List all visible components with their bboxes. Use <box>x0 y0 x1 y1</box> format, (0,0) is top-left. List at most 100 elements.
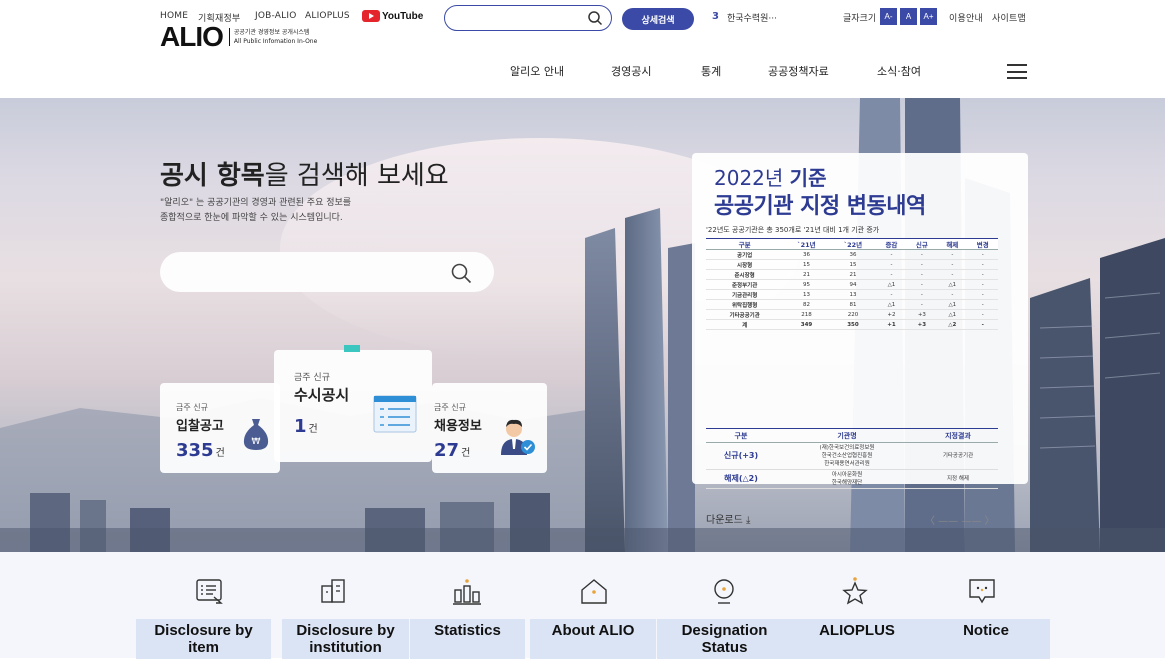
building-icon <box>321 579 345 603</box>
alioplus-link[interactable]: ALIOPLUS <box>305 11 350 21</box>
institution-name: 한국건소산업협진흥원 <box>821 453 873 459</box>
table-row: 시장형 15 15- - - - <box>706 259 998 270</box>
quick-menu-label-line2: institution <box>309 639 382 656</box>
table-header-cell: `21년 <box>783 238 830 250</box>
table-cell: - <box>937 249 968 260</box>
quick-menu-item-statistics[interactable]: Statistics <box>410 552 530 659</box>
recruitment-week-label: 금주 신규 <box>434 403 466 412</box>
home-link[interactable]: HOME <box>160 11 188 21</box>
table-cell: - <box>967 269 998 280</box>
nav-menu-news[interactable]: 소식·참여 <box>877 63 921 79</box>
table-row: 준정부기관 95 94 △1- △1- <box>706 279 998 290</box>
site-logo[interactable]: ALIO 공공기관 경영정보 공개시스템 All Public Infomati… <box>160 21 317 53</box>
table-cell: - <box>906 279 938 290</box>
home-icon <box>581 579 607 604</box>
table-cell: - <box>937 269 968 280</box>
table-cell: - <box>967 259 998 270</box>
quick-menu-label-line1: About ALIO <box>551 622 635 639</box>
youtube-link[interactable]: YouTube <box>362 9 423 23</box>
header-search-input[interactable] <box>457 7 587 30</box>
hamburger-menu-icon[interactable] <box>1007 64 1027 79</box>
font-increase-button[interactable]: A+ <box>920 8 937 25</box>
bid-notice-count-value: 335 <box>176 440 214 461</box>
job-alio-link[interactable]: JOB-ALIO <box>255 11 296 21</box>
table-header-cell: 변경 <box>967 238 998 250</box>
guide-link[interactable]: 이용안내 <box>949 11 983 24</box>
speech-bubble-icon <box>969 579 995 604</box>
nav-menu-disclosure[interactable]: 경영공시 <box>611 63 651 79</box>
table-row: 기금관리형 13 13- - - - <box>706 289 998 300</box>
hero-section: 공시 항목을 검색해 보세요 "알리오" 는 공공기관의 경영과 관련된 주요 … <box>0 98 1165 552</box>
list-icon <box>196 579 223 604</box>
hero-search-input[interactable] <box>180 252 450 292</box>
hero-description-line1: "알리오" 는 공공기관의 경영과 관련된 주요 정보를 <box>160 198 352 208</box>
rank-keyword-link[interactable]: 한국수력원··· <box>727 11 777 24</box>
bid-notice-card[interactable]: 금주 신규 입찰공고 335 건 ₩ <box>160 383 280 473</box>
table-cell: - <box>906 249 938 260</box>
quick-menu-label-line1: Disclosure by <box>154 622 253 639</box>
font-decrease-button[interactable]: A- <box>880 8 897 25</box>
font-default-button[interactable]: A <box>900 8 917 25</box>
table-cell: - <box>937 289 968 300</box>
bid-notice-title: 입찰공고 <box>176 419 224 434</box>
download-link[interactable]: 다운로드 ⤓ <box>706 511 750 526</box>
sitemap-link[interactable]: 사이트맵 <box>992 11 1026 24</box>
table-cell: - <box>906 299 938 310</box>
table-header-cell: 기관명 <box>776 428 918 443</box>
nav-menu-statistics[interactable]: 통계 <box>701 63 721 79</box>
quick-menu-label-line1: Disclosure by <box>296 622 395 639</box>
quick-menu-label: Disclosure by item <box>136 619 271 659</box>
occasional-disclosure-card[interactable]: 금주 신규 수시공시 1건 <box>274 345 432 462</box>
recruitment-card[interactable]: 금주 신규 채용정보 27 건 <box>432 383 547 473</box>
nav-menu-policy[interactable]: 공공정책자료 <box>768 63 829 79</box>
table-cell: 13 <box>783 289 830 300</box>
search-icon[interactable] <box>450 262 472 284</box>
table-cell: 계 <box>706 319 784 330</box>
hero-title: 공시 항목을 검색해 보세요 <box>160 155 449 192</box>
checklist-icon <box>373 395 417 433</box>
nav-menu-about[interactable]: 알리오 안내 <box>510 63 564 79</box>
svg-text:₩: ₩ <box>252 437 261 447</box>
hero-title-bold: 공시 항목 <box>160 161 265 191</box>
detail-search-button[interactable]: 상세검색 <box>622 8 694 30</box>
table-cell: △1 <box>937 279 968 290</box>
quick-menu-label-line2: Status <box>701 639 748 656</box>
quick-menu-item-alioplus[interactable]: ALIOPLUS <box>792 552 922 659</box>
quick-menu-label: Disclosure by institution <box>282 619 409 659</box>
statistics-icon <box>453 579 481 605</box>
quick-menu-item-disclosure-by-institution[interactable]: Disclosure by institution <box>282 552 412 659</box>
table-cell: 기금관리형 <box>706 289 784 300</box>
quick-menu-label: Notice <box>922 619 1050 659</box>
quick-menu-item-designation-status[interactable]: Designation Status <box>657 552 792 659</box>
table-cell: 350 <box>829 319 877 330</box>
institution-name: 한국재용연서관리원 <box>824 461 870 467</box>
table-cell: +3 <box>906 309 938 320</box>
table-cell: 공기업 <box>706 249 784 260</box>
table-cell: 94 <box>829 279 877 290</box>
star-icon <box>842 577 868 605</box>
quick-menu-item-about-alio[interactable]: About ALIO <box>530 552 656 659</box>
table-row: 해제(△2) 아시아문화원 한국해양재단 지정 해제 <box>706 469 998 489</box>
header-search-box <box>444 5 612 31</box>
table-header-cell: `22년 <box>829 238 877 250</box>
table-cell: 신규(+3) <box>706 442 776 470</box>
table-cell: 349 <box>783 319 830 330</box>
quick-menu-item-disclosure-by-item[interactable]: Disclosure by item <box>136 552 286 659</box>
table-cell: 220 <box>829 309 877 320</box>
table-cell: - <box>967 319 998 330</box>
quick-menu-item-notice[interactable]: Notice <box>922 552 1050 659</box>
panel-year-value: 2022년 <box>714 166 784 190</box>
quick-menu-label: About ALIO <box>530 619 656 659</box>
table-cell: 15 <box>829 259 877 270</box>
hero-description-line2: 종합적으로 한눈에 파악할 수 있는 시스템입니다. <box>160 213 343 223</box>
youtube-icon <box>362 10 380 22</box>
table-cell: - <box>967 289 998 300</box>
search-icon[interactable] <box>587 10 603 26</box>
table-cell: 위탁집행형 <box>706 299 784 310</box>
recruitment-count-unit: 건 <box>461 448 471 459</box>
table-header-row: 구분 `21년 `22년 증감 신규 해제 변경 <box>706 238 998 250</box>
table-cell: △1 <box>937 309 968 320</box>
table-cell: - <box>906 259 938 270</box>
panel-pager[interactable]: 〈 —— —— 〉 <box>925 512 995 527</box>
institution-name: 한국해양재단 <box>831 480 863 486</box>
